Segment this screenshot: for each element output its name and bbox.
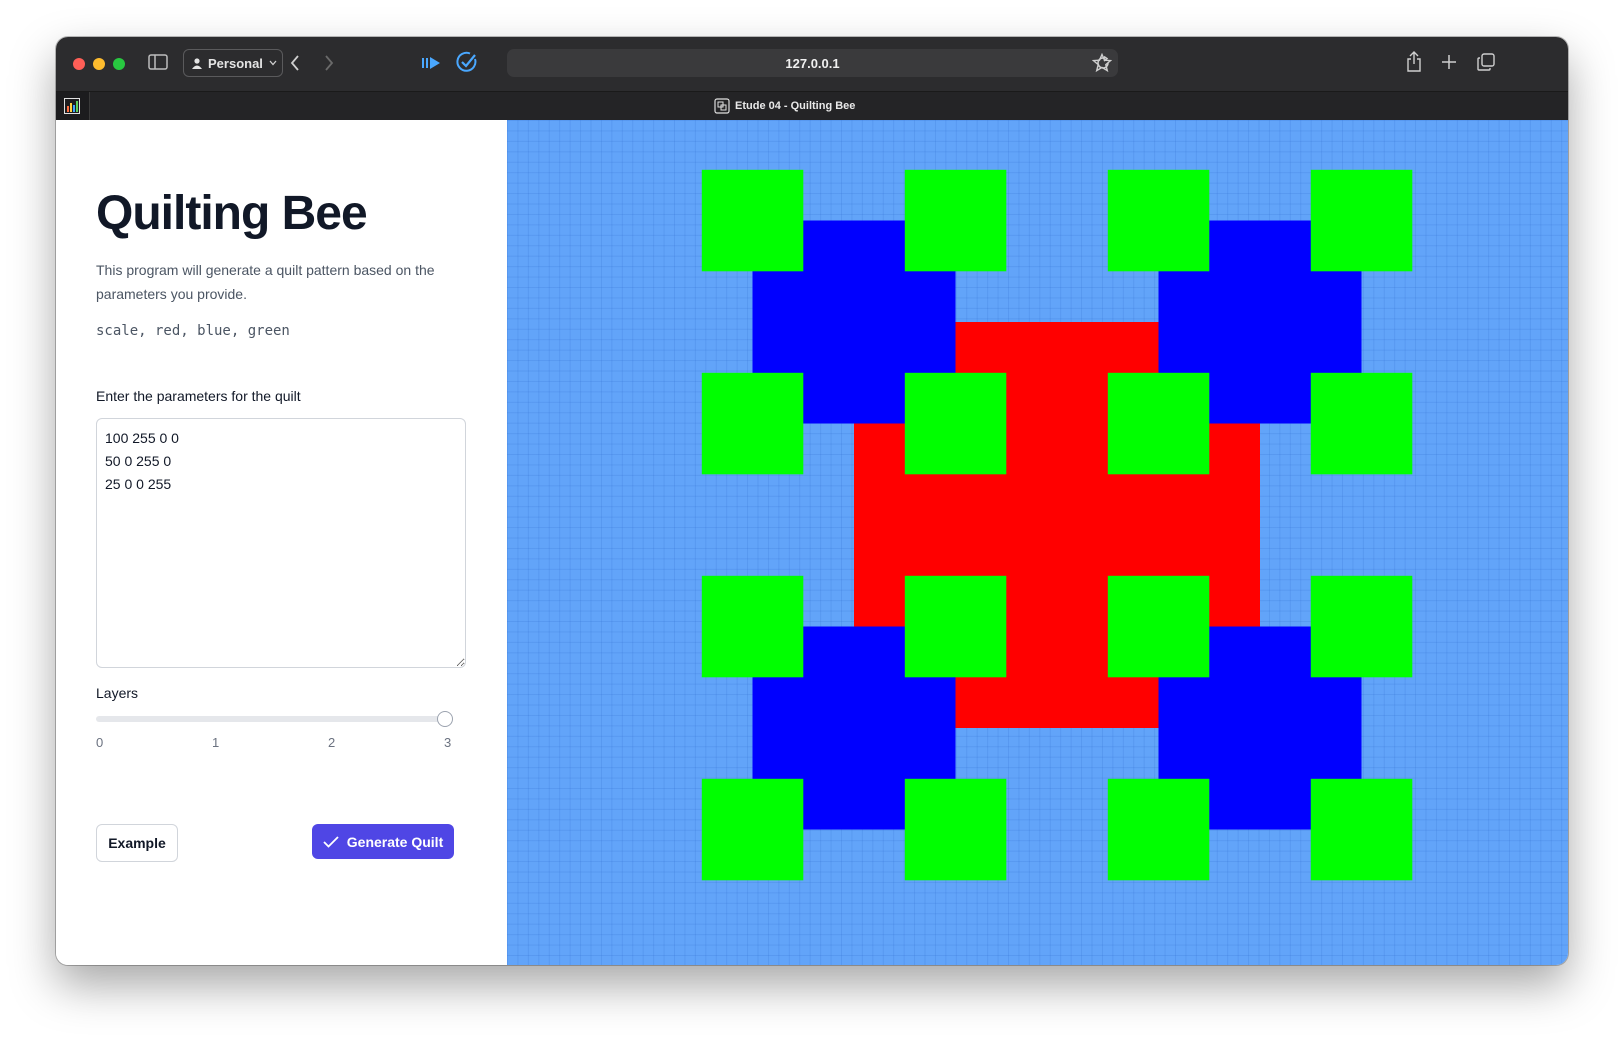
- share-icon[interactable]: [1406, 51, 1422, 73]
- pinned-tab[interactable]: [56, 92, 90, 120]
- browser-toolbar: Personal 127.0.0.1: [56, 37, 1568, 91]
- quilt-square-green: [1107, 372, 1210, 475]
- quilt-square-green: [904, 169, 1007, 272]
- page-content: Quilting Bee This program will generate …: [56, 120, 1568, 965]
- browser-window: Personal 127.0.0.1 Etude 04 - Quilting B…: [56, 37, 1568, 965]
- zoom-window-button[interactable]: [113, 58, 125, 70]
- params-textarea[interactable]: [96, 418, 466, 668]
- layers-tick: 1: [212, 735, 220, 750]
- control-panel: Quilting Bee This program will generate …: [56, 120, 507, 965]
- media-icon[interactable]: [421, 55, 441, 71]
- layers-label: Layers: [96, 685, 139, 701]
- address-bar[interactable]: 127.0.0.1: [507, 49, 1118, 77]
- tab-bar: Etude 04 - Quilting Bee: [56, 91, 1568, 121]
- minimize-window-button[interactable]: [93, 58, 105, 70]
- sidebar-icon[interactable]: [148, 54, 168, 70]
- layers-tick: 2: [328, 735, 336, 750]
- close-window-button[interactable]: [73, 58, 85, 70]
- quilt-square-green: [701, 575, 804, 678]
- quilt-square-green: [701, 169, 804, 272]
- tab-title: Etude 04 - Quilting Bee: [735, 100, 856, 112]
- quilt-square-green: [701, 372, 804, 475]
- chart-icon: [64, 98, 80, 114]
- layers-tick: 3: [444, 735, 452, 750]
- person-icon: [192, 57, 202, 69]
- quilt-square-green: [1310, 372, 1413, 475]
- profile-button[interactable]: Personal: [183, 49, 283, 77]
- page-icon: [714, 98, 730, 114]
- checkmark-circle-icon[interactable]: [456, 51, 478, 73]
- layers-tick: 0: [96, 735, 104, 750]
- example-button[interactable]: Example: [96, 824, 178, 862]
- tabs-icon[interactable]: [1477, 53, 1495, 71]
- quilt-square-green: [1107, 778, 1210, 881]
- quilt-square-green: [701, 778, 804, 881]
- active-tab[interactable]: Etude 04 - Quilting Bee: [714, 92, 855, 120]
- quilt-drawing: [701, 169, 1413, 881]
- quilt-square-green: [1310, 575, 1413, 678]
- quilt-square-green: [904, 372, 1007, 475]
- plus-icon[interactable]: [1441, 54, 1457, 70]
- quilt-square-green: [1107, 169, 1210, 272]
- profile-label: Personal: [208, 55, 263, 71]
- quilt-canvas: [507, 120, 1568, 965]
- url-text: 127.0.0.1: [785, 55, 840, 71]
- quilt-square-green: [1310, 778, 1413, 881]
- quilt-square-green: [904, 575, 1007, 678]
- layers-slider-track[interactable]: [96, 716, 446, 722]
- format-hint: scale, red, blue, green: [96, 323, 290, 339]
- params-label: Enter the parameters for the quilt: [96, 388, 301, 404]
- chevron-down-icon: [269, 60, 277, 66]
- page-title: Quilting Bee: [96, 187, 368, 240]
- quilt-square-green: [1107, 575, 1210, 678]
- quilt-square-green: [1310, 169, 1413, 272]
- back-icon[interactable]: [290, 55, 300, 71]
- generate-quilt-label: Generate Quilt: [346, 833, 444, 850]
- forward-icon[interactable]: [324, 55, 334, 71]
- generate-quilt-button[interactable]: Generate Quilt: [312, 824, 454, 859]
- star-icon[interactable]: [1092, 53, 1112, 73]
- description: This program will generate a quilt patte…: [96, 262, 435, 302]
- layers-slider-thumb[interactable]: [437, 711, 453, 727]
- quilt-square-green: [904, 778, 1007, 881]
- checkmark-icon: [323, 835, 339, 848]
